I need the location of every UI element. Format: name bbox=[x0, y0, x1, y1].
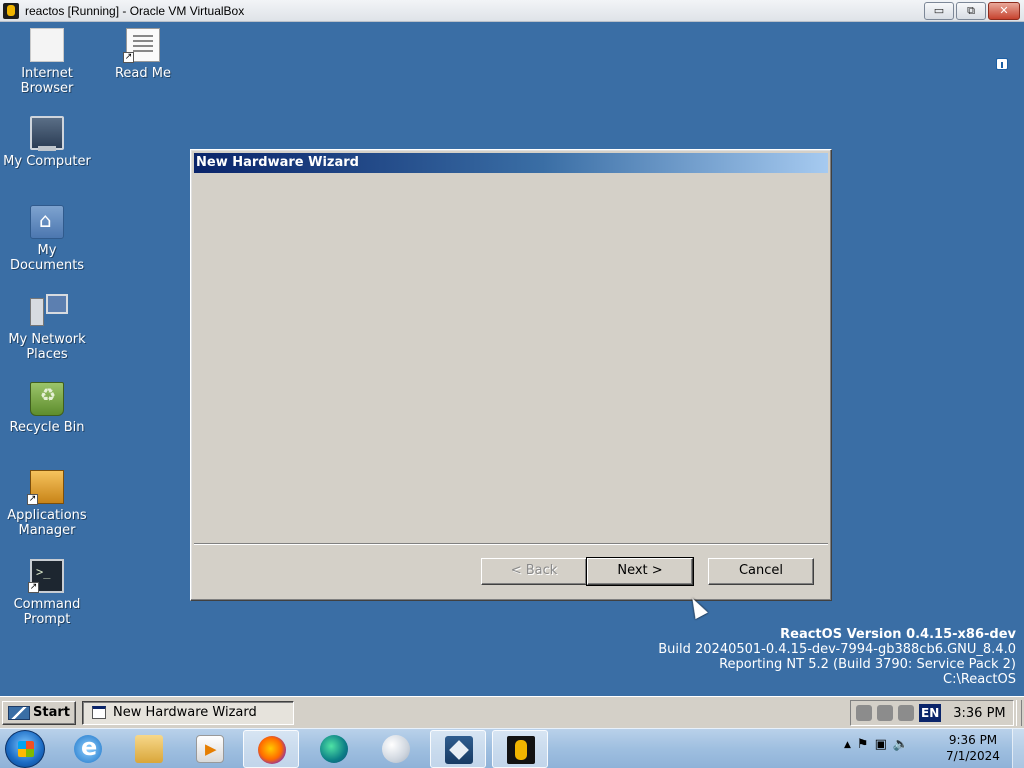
wizard-titlebar[interactable]: New Hardware Wizard bbox=[194, 153, 828, 173]
pinned-windows-explorer[interactable] bbox=[121, 730, 177, 768]
reporting-line: Reporting NT 5.2 (Build 3790: Service Pa… bbox=[719, 657, 1016, 672]
host-restore-button[interactable]: ⧉ bbox=[956, 2, 986, 20]
volume-icon[interactable] bbox=[856, 705, 872, 721]
folder-icon bbox=[135, 735, 163, 763]
desktop-icon-internet-browser[interactable]: Internet Browser bbox=[2, 28, 92, 96]
volume-muted-icon[interactable]: 🔈 bbox=[893, 737, 909, 752]
pinned-media-player[interactable] bbox=[182, 730, 238, 768]
new-hardware-wizard-dialog: New Hardware Wizard < Back Next > Cancel bbox=[190, 149, 832, 601]
pinned-edge[interactable] bbox=[306, 730, 362, 768]
edge-icon bbox=[320, 735, 348, 763]
host-close-button[interactable]: ✕ bbox=[988, 2, 1020, 20]
desktop-icon-label: Read Me bbox=[114, 66, 171, 81]
media-player-icon bbox=[196, 735, 224, 763]
start-label: Start bbox=[33, 705, 70, 720]
network-icon[interactable]: ▣ bbox=[875, 737, 887, 752]
cancel-button[interactable]: Cancel bbox=[708, 558, 814, 585]
show-hidden-icons-button[interactable]: ▲ bbox=[844, 740, 851, 750]
build-line: Build 20240501-0.4.15-dev-7994-gb388cb6.… bbox=[658, 642, 1016, 657]
pinned-sphere-app[interactable] bbox=[368, 730, 424, 768]
pinned-virtualbox-manager[interactable] bbox=[430, 730, 486, 768]
pinned-internet-explorer[interactable] bbox=[60, 730, 116, 768]
desktop-icon-read-me[interactable]: ↗ Read Me bbox=[98, 28, 188, 81]
reactos-taskbar: Start New Hardware Wizard EN 3:36 PM bbox=[0, 696, 1024, 728]
window-icon bbox=[92, 706, 106, 719]
virtualbox-app-icon bbox=[3, 2, 19, 19]
firefox-icon bbox=[258, 736, 286, 764]
host-window-title: reactos [Running] - Oracle VM VirtualBox bbox=[25, 3, 245, 18]
system-tray: EN 3:36 PM bbox=[850, 700, 1014, 726]
desktop-icon-my-documents[interactable]: My Documents bbox=[2, 205, 92, 273]
desktop-icon-my-network-places[interactable]: My Network Places bbox=[2, 294, 92, 362]
desktop-icon-label: Recycle Bin bbox=[9, 420, 85, 435]
windows-start-orb-icon[interactable] bbox=[5, 730, 45, 768]
host-minimize-button[interactable]: ▭ bbox=[924, 2, 954, 20]
taskbar-grip bbox=[1016, 700, 1022, 726]
reactos-version-info: ReactOS Version 0.4.15-x86-dev Build 202… bbox=[658, 627, 1016, 687]
package-icon: ↗ bbox=[27, 470, 64, 505]
desktop-icon-my-computer[interactable]: My Computer bbox=[2, 116, 92, 169]
notification-balloon-icon[interactable] bbox=[996, 58, 1008, 70]
pinned-reactos-vm[interactable] bbox=[492, 730, 548, 768]
desktop-icon-command-prompt[interactable]: ↗ Command Prompt bbox=[2, 559, 92, 627]
desktop-icon-applications-manager[interactable]: ↗ Applications Manager bbox=[2, 470, 92, 538]
document-icon: ↗ bbox=[123, 28, 160, 63]
reactos-desktop[interactable]: Internet Browser ↗ Read Me My Computer M… bbox=[0, 22, 1024, 696]
virtualbox-vm-icon bbox=[507, 736, 535, 764]
desktop-icon-recycle-bin[interactable]: Recycle Bin bbox=[2, 382, 92, 435]
shortcut-arrow-icon: ↗ bbox=[27, 494, 38, 505]
host-taskbar: ▲ ⚑ ▣ 🔈 9:36 PM 7/1/2024 bbox=[0, 728, 1024, 768]
network-status-icon[interactable] bbox=[898, 705, 914, 721]
shortcut-arrow-icon: ↗ bbox=[123, 52, 134, 63]
start-button[interactable]: Start bbox=[2, 701, 76, 725]
version-line: ReactOS Version 0.4.15-x86-dev bbox=[780, 627, 1016, 642]
desktop-icon-label: My Documents bbox=[9, 243, 85, 273]
browser-icon bbox=[30, 28, 64, 62]
sphere-app-icon bbox=[382, 735, 410, 763]
host-system-tray: ▲ ⚑ ▣ 🔈 bbox=[844, 737, 909, 752]
host-time: 9:36 PM bbox=[948, 733, 998, 747]
folder-icon bbox=[30, 205, 64, 239]
action-center-flag-icon[interactable]: ⚑ bbox=[857, 737, 869, 752]
language-indicator[interactable]: EN bbox=[919, 704, 942, 722]
desktop-icon-label: My Network Places bbox=[8, 332, 86, 362]
desktop-icon-label: Command Prompt bbox=[13, 597, 81, 627]
system-path-line: C:\ReactOS bbox=[943, 672, 1016, 687]
wizard-separator bbox=[194, 543, 828, 545]
usb-safely-remove-icon[interactable] bbox=[877, 705, 893, 721]
network-icon bbox=[30, 294, 68, 328]
terminal-icon: ↗ bbox=[28, 559, 64, 593]
desktop-icon-label: Applications Manager bbox=[7, 508, 87, 538]
reactos-logo-icon bbox=[8, 706, 30, 720]
computer-icon bbox=[30, 116, 64, 151]
back-button[interactable]: < Back bbox=[481, 558, 587, 585]
desktop-icon-label: Internet Browser bbox=[20, 66, 74, 96]
taskbar-item-new-hardware-wizard[interactable]: New Hardware Wizard bbox=[82, 701, 294, 725]
taskbar-item-label: New Hardware Wizard bbox=[113, 705, 257, 720]
pinned-firefox[interactable] bbox=[243, 730, 299, 768]
shortcut-arrow-icon: ↗ bbox=[28, 582, 39, 593]
host-clock[interactable]: 9:36 PM 7/1/2024 bbox=[938, 732, 1008, 764]
show-desktop-button[interactable] bbox=[1012, 729, 1024, 768]
reactos-clock[interactable]: 3:36 PM bbox=[953, 706, 1005, 721]
host-window-titlebar: reactos [Running] - Oracle VM VirtualBox… bbox=[0, 0, 1024, 22]
next-button[interactable]: Next > bbox=[586, 557, 694, 586]
host-date: 7/1/2024 bbox=[946, 749, 1000, 763]
recycle-bin-icon bbox=[30, 382, 64, 416]
virtualbox-icon bbox=[445, 736, 473, 764]
internet-explorer-icon bbox=[74, 733, 102, 763]
desktop-icon-label: My Computer bbox=[3, 154, 91, 169]
